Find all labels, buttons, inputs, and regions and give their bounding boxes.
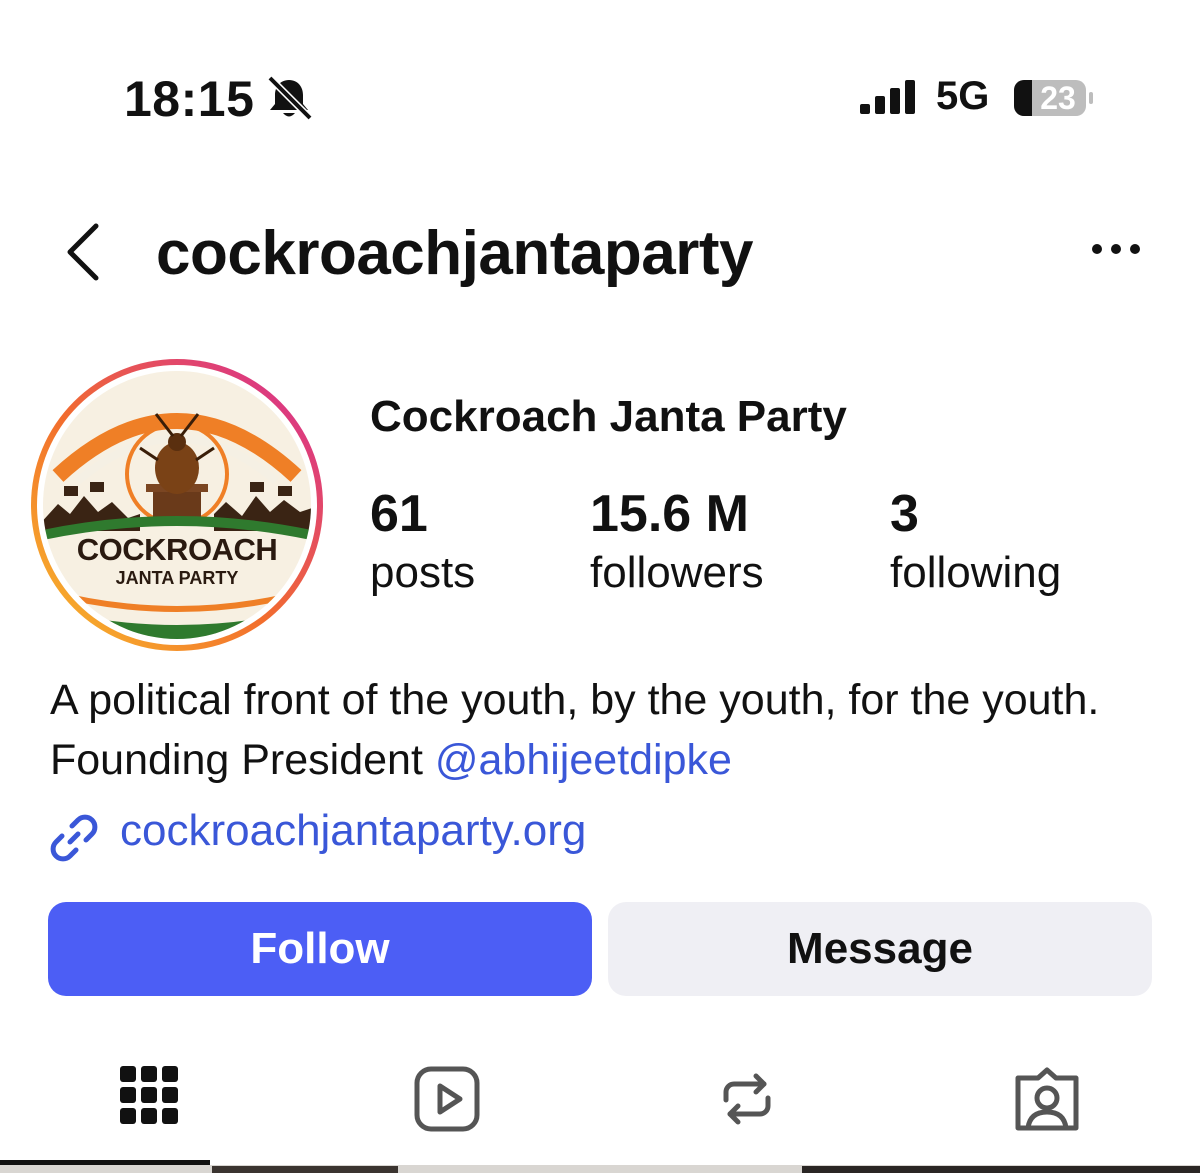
post-thumbnail[interactable] (212, 1166, 398, 1173)
followers-count[interactable]: 15.6 M (590, 484, 749, 544)
signal-icon (860, 80, 915, 114)
network-type: 5G (936, 74, 990, 118)
profile-username: cockroachjantaparty (156, 219, 753, 288)
followers-label[interactable]: followers (590, 548, 764, 598)
message-button[interactable]: Message (608, 902, 1152, 996)
grid-icon[interactable] (114, 1064, 184, 1134)
following-label[interactable]: following (890, 548, 1061, 598)
chevron-left-icon[interactable] (62, 222, 102, 282)
tagged-icon[interactable] (1012, 1064, 1082, 1134)
profile-website-link[interactable]: cockroachjantaparty.org (120, 806, 586, 856)
follow-button[interactable]: Follow (48, 902, 592, 996)
following-count[interactable]: 3 (890, 484, 919, 544)
battery-icon: 23 (1012, 78, 1094, 118)
bell-slash-icon (267, 75, 313, 121)
bio-mention-link[interactable]: @abhijeetdipke (435, 736, 732, 784)
profile-display-name: Cockroach Janta Party (370, 392, 847, 441)
more-horizontal-icon[interactable] (1088, 234, 1144, 264)
reposts-icon[interactable] (712, 1064, 782, 1134)
avatar-logo-subtitle: JANTA PARTY (115, 568, 239, 588)
battery-level: 23 (1040, 80, 1076, 116)
avatar[interactable]: COCKROACH JANTA PARTY (28, 356, 326, 654)
posts-label[interactable]: posts (370, 548, 475, 598)
posts-count[interactable]: 61 (370, 484, 428, 544)
avatar-logo-title: COCKROACH (76, 532, 278, 567)
reels-icon[interactable] (412, 1064, 482, 1134)
status-time: 18:15 (124, 71, 255, 127)
post-thumbnail[interactable] (802, 1166, 1200, 1173)
profile-bio: A political front of the youth, by the y… (50, 670, 1160, 790)
link-icon (50, 814, 98, 862)
